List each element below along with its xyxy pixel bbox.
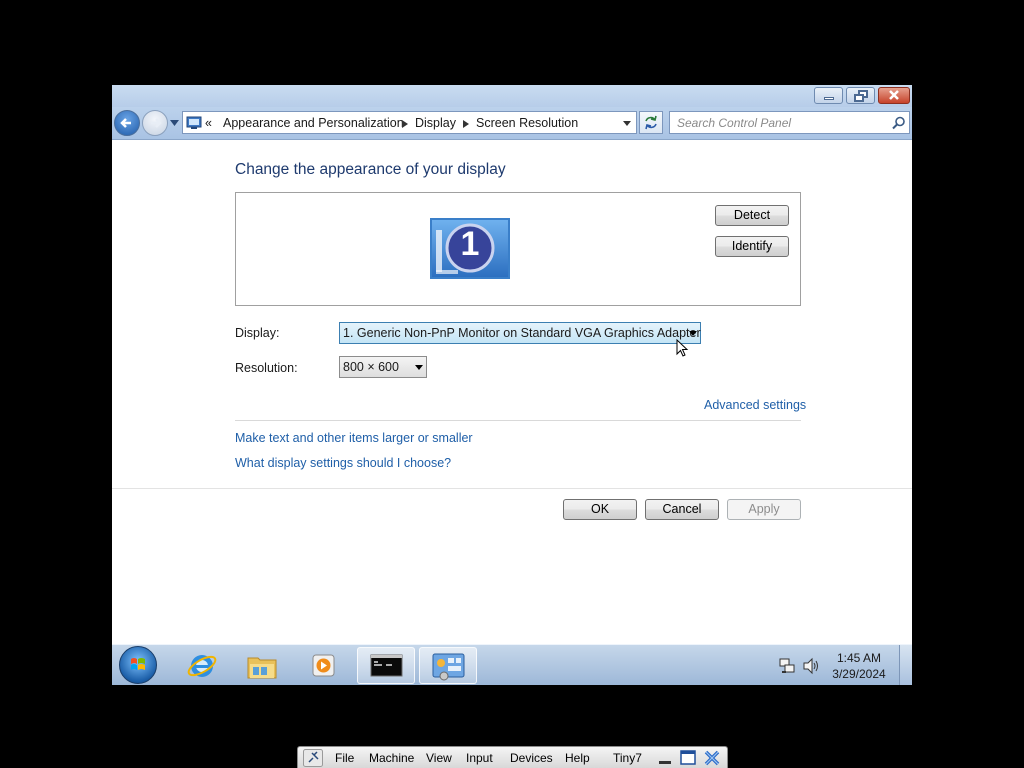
page-title: Change the appearance of your display xyxy=(235,161,506,178)
taskbar-internet-explorer[interactable] xyxy=(172,647,230,684)
monitor-arrangement-panel: 1 Detect Identify xyxy=(235,192,801,306)
volume-icon[interactable] xyxy=(802,657,820,675)
start-button[interactable] xyxy=(119,646,157,684)
breadcrumb-separator-icon[interactable] xyxy=(463,120,469,128)
vbox-menu-file[interactable]: File xyxy=(335,751,354,765)
vbox-menu-machine[interactable]: Machine xyxy=(369,751,414,765)
exit-fullscreen-icon[interactable] xyxy=(680,750,696,766)
network-icon[interactable] xyxy=(778,657,796,675)
windows-logo-icon xyxy=(131,658,145,670)
internet-explorer-icon xyxy=(187,655,217,677)
control-panel-icon xyxy=(432,653,465,681)
forward-button[interactable] xyxy=(142,110,168,136)
taskbar-command-prompt[interactable] xyxy=(357,647,415,684)
restore-button[interactable] xyxy=(846,87,875,104)
back-arrow-icon xyxy=(120,118,131,128)
vm-name: Tiny7 xyxy=(613,751,642,765)
display-label: Display: xyxy=(235,326,280,340)
search-placeholder: Search Control Panel xyxy=(677,116,792,130)
text-size-link[interactable]: Make text and other items larger or smal… xyxy=(235,431,473,445)
resolution-label: Resolution: xyxy=(235,361,298,375)
vbox-menu-help[interactable]: Help xyxy=(565,751,590,765)
vm-screen: « Appearance and Personalization Display… xyxy=(112,85,912,685)
close-vm-icon[interactable] xyxy=(703,749,721,767)
taskbar: 1:45 AM 3/29/2024 xyxy=(112,644,912,685)
address-dropdown-icon[interactable] xyxy=(623,121,631,127)
refresh-button[interactable] xyxy=(639,111,663,134)
search-icon xyxy=(892,116,905,130)
detect-button[interactable]: Detect xyxy=(715,205,789,226)
resolution-selected-value: 800 × 600 xyxy=(343,360,399,374)
window-title-bar xyxy=(112,85,912,107)
clock-date: 3/29/2024 xyxy=(832,667,886,681)
divider xyxy=(235,420,801,421)
breadcrumb-display[interactable]: Display xyxy=(415,116,456,130)
resolution-dropdown[interactable]: 800 × 600 xyxy=(339,356,427,378)
breadcrumb-overflow[interactable]: « xyxy=(205,116,212,130)
display-dropdown[interactable]: 1. Generic Non-PnP Monitor on Standard V… xyxy=(339,322,701,344)
clock-time: 1:45 AM xyxy=(836,651,882,665)
footer-divider xyxy=(112,488,912,489)
chevron-down-icon xyxy=(689,331,697,336)
system-clock[interactable]: 1:45 AM 3/29/2024 xyxy=(824,650,894,682)
mouse-cursor-icon xyxy=(676,339,689,357)
ok-button[interactable]: OK xyxy=(563,499,637,520)
cancel-button[interactable]: Cancel xyxy=(645,499,719,520)
taskbar-control-panel[interactable] xyxy=(419,647,477,684)
display-selected-value: 1. Generic Non-PnP Monitor on Standard V… xyxy=(343,326,701,340)
navigation-bar: « Appearance and Personalization Display… xyxy=(112,107,912,140)
minimize-button[interactable] xyxy=(814,87,843,104)
address-bar[interactable]: « Appearance and Personalization Display… xyxy=(182,111,637,134)
vbox-menu-devices[interactable]: Devices xyxy=(510,751,553,765)
advanced-settings-link[interactable]: Advanced settings xyxy=(704,398,806,412)
show-desktop-button[interactable] xyxy=(899,645,912,685)
control-panel-icon xyxy=(186,116,202,129)
recent-pages-dropdown-icon[interactable] xyxy=(170,119,179,127)
chevron-down-icon xyxy=(415,365,423,370)
folder-icon xyxy=(247,657,277,679)
apply-button[interactable]: Apply xyxy=(727,499,801,520)
display-help-link[interactable]: What display settings should I choose? xyxy=(235,456,451,470)
identify-button[interactable]: Identify xyxy=(715,236,789,257)
minimize-icon xyxy=(824,97,834,100)
media-player-icon xyxy=(312,654,335,677)
close-button[interactable] xyxy=(878,87,910,104)
virtualbox-mini-toolbar: File Machine View Input Devices Help Tin… xyxy=(297,746,728,768)
forward-arrow-icon xyxy=(151,118,162,128)
monitor-number: 1 xyxy=(460,225,480,263)
pin-icon[interactable] xyxy=(303,749,323,767)
close-icon xyxy=(889,90,899,100)
monitor-1-icon[interactable]: 1 xyxy=(430,218,510,279)
breadcrumb-separator-icon[interactable] xyxy=(402,120,408,128)
command-prompt-icon xyxy=(370,654,403,677)
search-input[interactable]: Search Control Panel xyxy=(669,111,910,134)
taskbar-windows-explorer[interactable] xyxy=(233,647,291,684)
breadcrumb-appearance[interactable]: Appearance and Personalization xyxy=(223,116,404,130)
refresh-icon xyxy=(645,115,657,130)
minimize-vm-icon[interactable] xyxy=(658,751,672,765)
breadcrumb-screen-resolution[interactable]: Screen Resolution xyxy=(476,116,578,130)
back-button[interactable] xyxy=(114,110,140,136)
taskbar-media-player[interactable] xyxy=(294,647,352,684)
vbox-menu-view[interactable]: View xyxy=(426,751,452,765)
vbox-menu-input[interactable]: Input xyxy=(466,751,493,765)
